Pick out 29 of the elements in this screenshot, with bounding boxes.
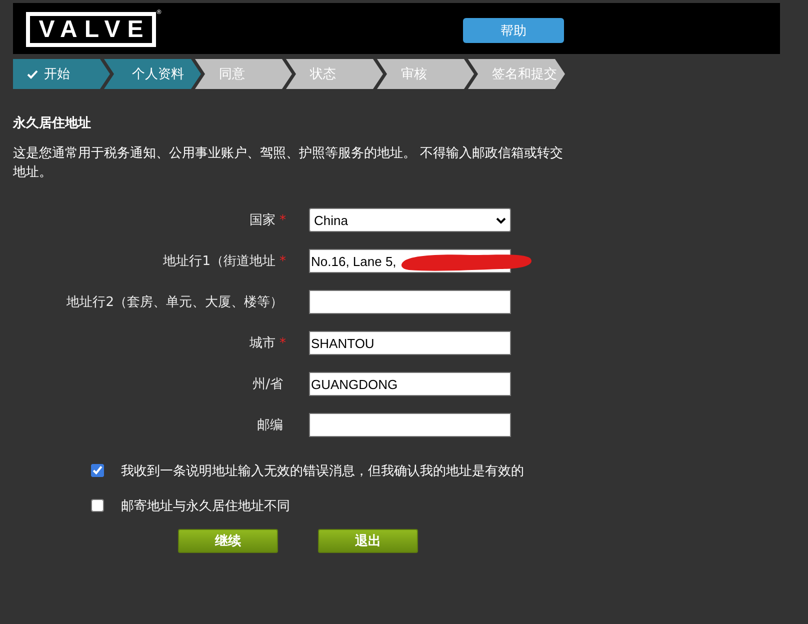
field-label: 州/省	[252, 377, 283, 392]
country-select[interactable]: China	[309, 208, 511, 232]
checkbox[interactable]	[91, 499, 104, 512]
required-asterisk: *	[280, 254, 286, 269]
text-field[interactable]	[309, 290, 511, 314]
field-label: 邮编	[257, 418, 283, 433]
step-label: 签名和提交	[492, 66, 557, 83]
field-label: 国家	[250, 213, 276, 228]
check-icon	[27, 70, 38, 78]
step-label: 状态	[310, 66, 336, 83]
step-label: 个人资料	[132, 66, 184, 83]
field-label: 地址行1（街道地址	[163, 254, 276, 269]
text-field[interactable]: GUANGDONG	[309, 372, 511, 396]
checkbox[interactable]	[91, 464, 104, 477]
chevron-down-icon	[496, 216, 506, 224]
field-label: 地址行2（套房、单元、大厦、楼等）	[66, 295, 283, 310]
checkbox-label: 我收到一条说明地址输入无效的错误消息，但我确认我的地址是有效的	[121, 463, 524, 481]
checkbox-label: 邮寄地址与永久居住地址不同	[121, 498, 290, 516]
section-title: 永久居住地址	[13, 114, 92, 133]
required-asterisk: *	[280, 213, 286, 228]
field-label: 城市	[250, 336, 276, 351]
text-field[interactable]: SHANTOU	[309, 331, 511, 355]
required-asterisk: *	[280, 336, 286, 351]
text-field[interactable]	[309, 413, 511, 437]
step-label: 开始	[44, 66, 70, 83]
step-label: 审核	[401, 66, 427, 83]
step-label: 同意	[219, 66, 245, 83]
section-description: 这是您通常用于税务通知、公用事业账户、驾照、护照等服务的地址。 不得输入邮政信箱或转交地址。	[13, 145, 564, 182]
valve-logo: VALVE	[26, 12, 156, 47]
